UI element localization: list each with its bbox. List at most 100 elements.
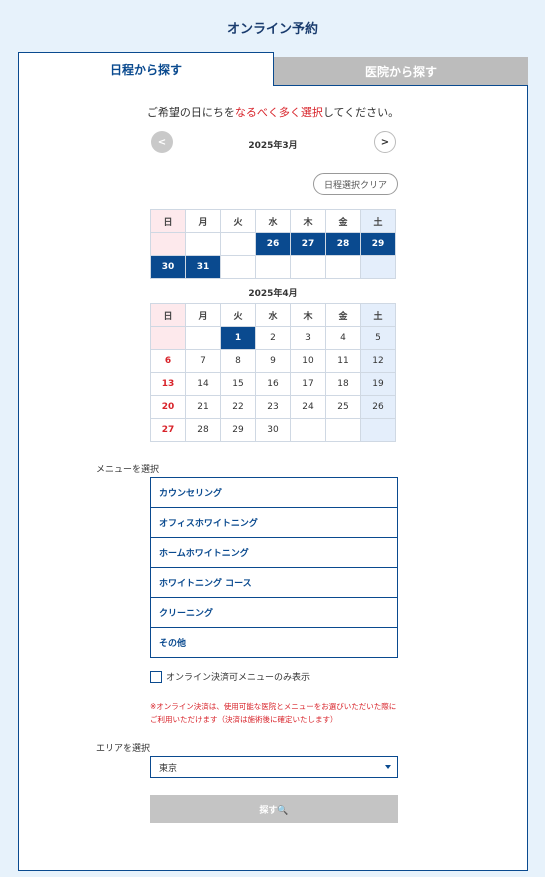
- weekday-header: 水: [255, 303, 291, 327]
- calendar-day[interactable]: 24: [290, 395, 326, 419]
- calendar-empty-cell: [325, 418, 361, 442]
- area-section-label: エリアを選択: [96, 744, 151, 754]
- calendar-day[interactable]: 4: [325, 326, 361, 350]
- calendar-day[interactable]: 21: [185, 395, 221, 419]
- weekday-header: 木: [290, 303, 326, 327]
- online-only-option[interactable]: オンライン決済可メニューのみ表示: [150, 670, 310, 683]
- calendar-day[interactable]: 16: [255, 372, 291, 396]
- chevron-down-icon: [385, 765, 391, 769]
- weekday-header: 日: [150, 303, 186, 327]
- calendar-day[interactable]: 28: [185, 418, 221, 442]
- weekday-header: 月: [185, 209, 221, 233]
- weekday-header: 日: [150, 209, 186, 233]
- calendar-day[interactable]: 7: [185, 349, 221, 373]
- instruction-text: ご希望の日にちをなるべく多く選択してください。: [146, 106, 400, 119]
- menu-item-office-whitening[interactable]: オフィスホワイトニング: [151, 508, 397, 538]
- weekday-header: 火: [220, 303, 256, 327]
- calendar-day[interactable]: 23: [255, 395, 291, 419]
- calendar-empty-cell: [185, 326, 221, 350]
- weekday-header-row: 日月火水木金土: [150, 303, 396, 327]
- calendar-day[interactable]: 1: [220, 326, 256, 350]
- calendar-week-row: 20 21 22 23 24 25 26: [150, 395, 396, 419]
- calendar-day[interactable]: 27: [290, 232, 326, 256]
- online-only-label: オンライン決済可メニューのみ表示: [166, 673, 311, 683]
- menu-item-other[interactable]: その他: [151, 628, 397, 658]
- page-title: オンライン予約: [226, 22, 318, 37]
- calendar-day[interactable]: 11: [325, 349, 361, 373]
- weekday-header: 水: [255, 209, 291, 233]
- menu-item-home-whitening[interactable]: ホームホワイトニング: [151, 538, 397, 568]
- weekday-header: 火: [220, 209, 256, 233]
- calendar-april: 日月火水木金土 1 2 3 4 5 6 7 8 9 10 11 12 13 14 15 16 17 18 19 20 21…: [150, 303, 396, 442]
- calendar-empty-cell: [220, 255, 256, 279]
- calendar-day[interactable]: 10: [290, 349, 326, 373]
- calendar-day[interactable]: 30: [255, 418, 291, 442]
- search-panel: ご希望の日にちをなるべく多く選択してください。 < 2025年3月 > 日程選択…: [18, 85, 528, 871]
- next-month-button[interactable]: >: [374, 131, 396, 153]
- calendar-week-row: 6 7 8 9 10 11 12: [150, 349, 396, 373]
- weekday-header-row: 日月火水木金土: [150, 209, 396, 233]
- calendar-day[interactable]: 17: [290, 372, 326, 396]
- calendar-week-row: 13 14 15 16 17 18 19: [150, 372, 396, 396]
- month-label-april: 2025年4月: [248, 289, 298, 299]
- menu-section-label: メニューを選択: [96, 465, 160, 475]
- area-select-value: 東京: [159, 763, 178, 774]
- calendar-day[interactable]: 28: [325, 232, 361, 256]
- calendar-day[interactable]: 30: [150, 255, 186, 279]
- calendar-week-row: 27 28 29 30: [150, 418, 396, 442]
- calendar-day[interactable]: 18: [325, 372, 361, 396]
- calendar-empty-cell: [290, 418, 326, 442]
- calendar-day[interactable]: 31: [185, 255, 221, 279]
- calendar-day[interactable]: 15: [220, 372, 256, 396]
- calendar-day[interactable]: 6: [150, 349, 186, 373]
- calendar-day[interactable]: 14: [185, 372, 221, 396]
- month-label-march: 2025年3月: [248, 141, 298, 151]
- calendar-day[interactable]: 13: [150, 372, 186, 396]
- calendar-march: 日月火水木金土 26 27 28 29 30 31: [150, 209, 396, 279]
- tab-bar: 日程から探す 医院から探す: [18, 52, 528, 86]
- calendar-day[interactable]: 9: [255, 349, 291, 373]
- calendar-day[interactable]: 29: [360, 232, 396, 256]
- calendar-day[interactable]: 8: [220, 349, 256, 373]
- calendar-empty-cell: [150, 326, 186, 350]
- calendar-week-row: 30 31: [150, 255, 396, 279]
- weekday-header: 木: [290, 209, 326, 233]
- calendar-empty-cell: [150, 232, 186, 256]
- calendar-day[interactable]: 26: [255, 232, 291, 256]
- calendar-day[interactable]: 29: [220, 418, 256, 442]
- payment-note: ※オンライン決済は、使用可能な医院とメニューをお選びいただいた際にご利用いただけ…: [150, 702, 397, 724]
- calendar-empty-cell: [185, 232, 221, 256]
- search-button[interactable]: 探す🔍: [150, 795, 398, 823]
- calendar-day[interactable]: 19: [360, 372, 396, 396]
- calendar-week-row: 12345: [150, 326, 396, 350]
- tab-search-by-clinic[interactable]: 医院から探す: [274, 57, 528, 86]
- calendar-day[interactable]: 22: [220, 395, 256, 419]
- menu-item-whitening-course[interactable]: ホワイトニング コース: [151, 568, 397, 598]
- calendar-day[interactable]: 27: [150, 418, 186, 442]
- weekday-header: 土: [360, 303, 396, 327]
- online-only-checkbox[interactable]: [150, 670, 162, 683]
- weekday-header: 月: [185, 303, 221, 327]
- weekday-header: 土: [360, 209, 396, 233]
- calendar-day[interactable]: 12: [360, 349, 396, 373]
- menu-item-cleaning[interactable]: クリーニング: [151, 598, 397, 628]
- calendar-empty-cell: [255, 255, 291, 279]
- area-select[interactable]: 東京: [150, 756, 398, 778]
- calendar-empty-cell: [360, 255, 396, 279]
- calendar-day[interactable]: 5: [360, 326, 396, 350]
- weekday-header: 金: [325, 303, 361, 327]
- menu-item-counseling[interactable]: カウンセリング: [151, 478, 397, 508]
- clear-selection-button[interactable]: 日程選択クリア: [313, 173, 398, 195]
- menu-list: カウンセリング オフィスホワイトニング ホームホワイトニング ホワイトニング コ…: [150, 477, 398, 658]
- calendar-week-row: 26 27 28 29: [150, 232, 396, 256]
- calendar-day[interactable]: 26: [360, 395, 396, 419]
- calendar-empty-cell: [290, 255, 326, 279]
- calendar-empty-cell: [220, 232, 256, 256]
- calendar-day[interactable]: 20: [150, 395, 186, 419]
- calendar-day[interactable]: 25: [325, 395, 361, 419]
- calendar-day[interactable]: 2: [255, 326, 291, 350]
- calendar-empty-cell: [325, 255, 361, 279]
- tab-search-by-date[interactable]: 日程から探す: [18, 52, 274, 86]
- calendar-day[interactable]: 3: [290, 326, 326, 350]
- weekday-header: 金: [325, 209, 361, 233]
